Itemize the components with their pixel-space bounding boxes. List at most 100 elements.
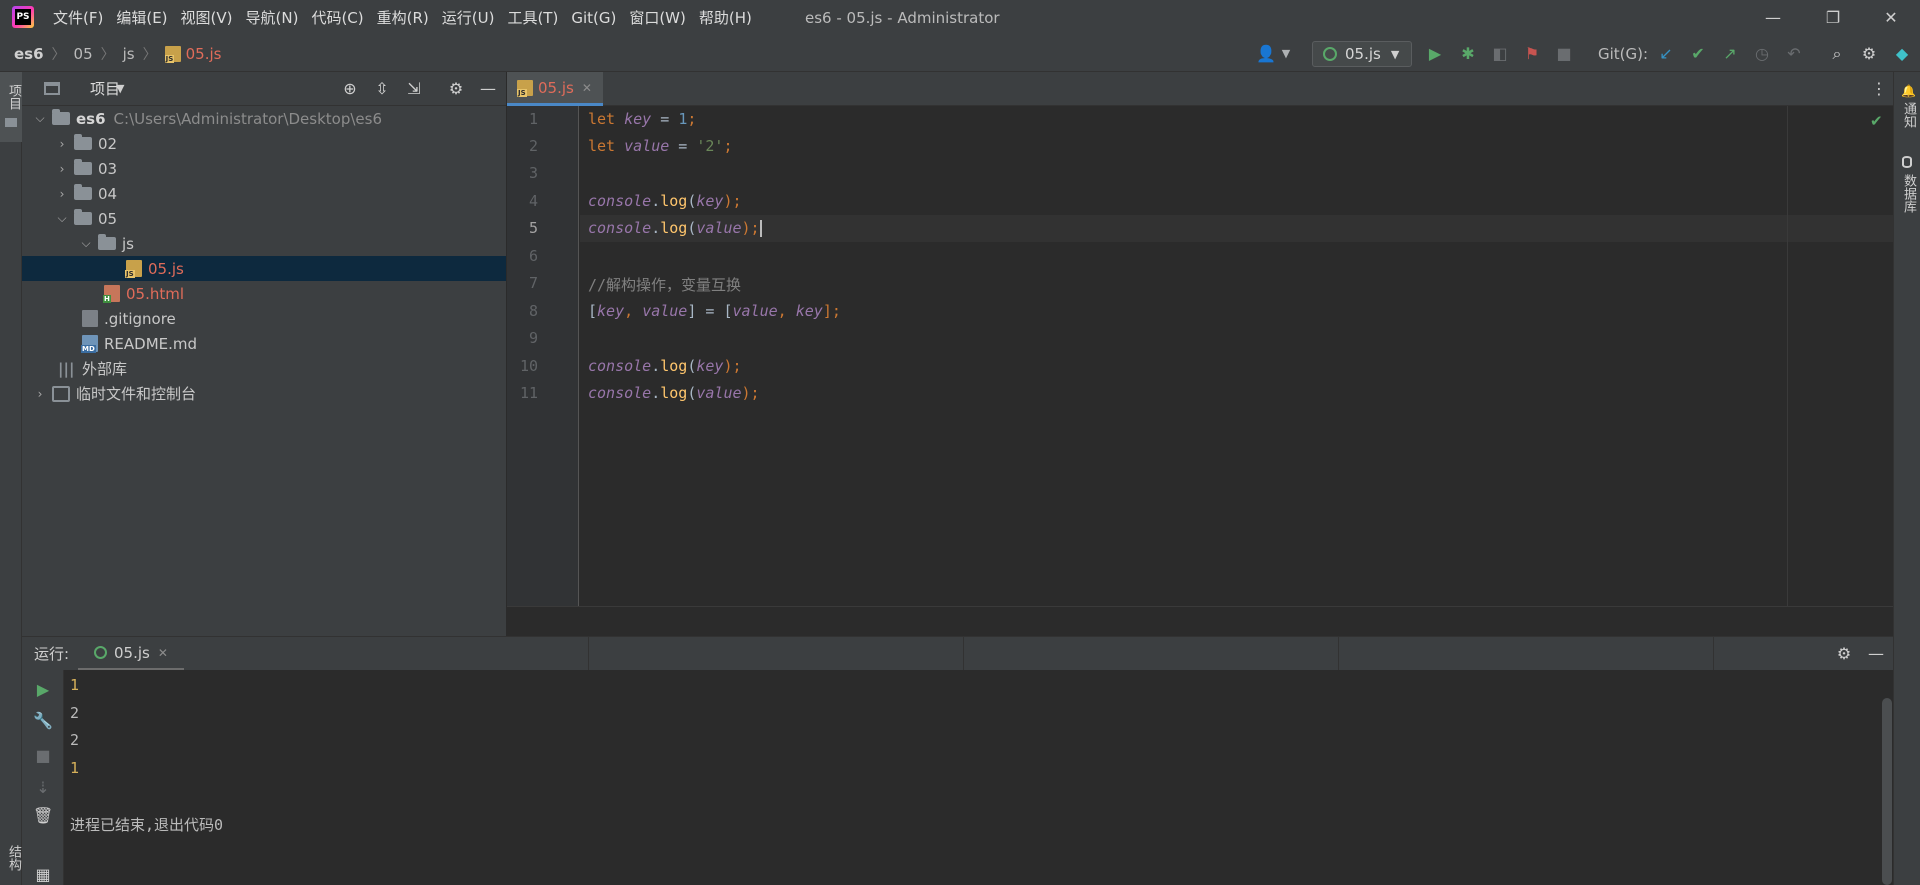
project-panel-header: 项目 ▼ ⊕ ⇳ ⇲ ⚙ — bbox=[22, 72, 506, 106]
options-gear-icon[interactable]: ⚙ bbox=[446, 79, 466, 99]
chevron-down-icon[interactable]: ⌵ bbox=[54, 211, 70, 226]
locate-file-icon[interactable]: ⊕ bbox=[340, 79, 360, 99]
chevron-right-icon[interactable]: › bbox=[32, 387, 48, 401]
text-cursor bbox=[759, 220, 762, 237]
stop-icon[interactable]: ■ bbox=[33, 746, 53, 766]
tree-node-05[interactable]: ⌵ 05 bbox=[22, 206, 506, 231]
line-number: 4 bbox=[528, 192, 538, 210]
breadcrumb-es6[interactable]: es6 bbox=[14, 45, 44, 63]
chevron-down-icon[interactable]: ⌵ bbox=[78, 236, 94, 251]
rollback-icon[interactable]: ↶ bbox=[1784, 44, 1804, 64]
console-line: 2 bbox=[70, 731, 80, 749]
current-line-highlight bbox=[580, 215, 1893, 242]
git-push-icon[interactable]: ↗ bbox=[1720, 44, 1740, 64]
process-exit-message: 进程已结束,退出代码0 bbox=[70, 816, 224, 834]
menu-view[interactable]: 视图(V) bbox=[176, 0, 238, 36]
menu-code[interactable]: 代码(C) bbox=[306, 0, 368, 36]
menu-navigate[interactable]: 导航(N) bbox=[241, 0, 304, 36]
menu-edit[interactable]: 编辑(E) bbox=[111, 0, 172, 36]
minimize-button[interactable]: — bbox=[1750, 0, 1796, 36]
divider bbox=[588, 636, 589, 670]
menu-file[interactable]: 文件(F) bbox=[48, 0, 108, 36]
menu-help[interactable]: 帮助(H) bbox=[694, 0, 757, 36]
hide-panel-icon[interactable]: — bbox=[478, 79, 498, 99]
profile-icon[interactable]: ⚑ bbox=[1522, 44, 1542, 64]
chevron-right-icon[interactable]: › bbox=[54, 162, 70, 176]
project-view-icon bbox=[44, 82, 60, 95]
close-tab-icon[interactable]: ✕ bbox=[582, 81, 592, 95]
coverage-icon[interactable]: ◧ bbox=[1490, 44, 1510, 64]
code-editor[interactable]: let key = 1; let value = '2'; console.lo… bbox=[580, 106, 1893, 606]
run-panel-header: 运行: 05.js ✕ ⚙ — bbox=[22, 636, 1893, 671]
console-scrollbar[interactable] bbox=[1882, 698, 1892, 885]
line-number: 5 bbox=[528, 219, 538, 237]
git-commit-icon[interactable]: ✔ bbox=[1688, 44, 1708, 64]
menu-run[interactable]: 运行(U) bbox=[437, 0, 500, 36]
chevron-right-icon[interactable]: › bbox=[54, 137, 70, 151]
divider bbox=[1338, 636, 1339, 670]
editor-tab-05js[interactable]: 05.js ✕ bbox=[507, 72, 603, 106]
menu-git[interactable]: Git(G) bbox=[566, 0, 621, 36]
title-bar: PS 文件(F) 编辑(E) 视图(V) 导航(N) 代码(C) 重构(R) 运… bbox=[0, 0, 1920, 36]
chevron-down-icon[interactable]: ▼ bbox=[116, 72, 124, 106]
tree-node-es6[interactable]: ⌵ es6 C:\Users\Administrator\Desktop\es6 bbox=[22, 106, 506, 131]
restore-button[interactable]: ❐ bbox=[1810, 0, 1856, 36]
user-icon[interactable]: 👤 bbox=[1256, 44, 1276, 64]
run-tab-05js[interactable]: 05.js ✕ bbox=[78, 637, 184, 671]
trash-icon[interactable]: 🗑 bbox=[33, 806, 53, 826]
menu-window[interactable]: 窗口(W) bbox=[624, 0, 691, 36]
run-icon[interactable]: ▶ bbox=[1425, 44, 1445, 64]
tree-node-02[interactable]: › 02 bbox=[22, 131, 506, 156]
tree-node-scratches[interactable]: › 临时文件和控制台 bbox=[22, 381, 506, 406]
breadcrumb-js[interactable]: js bbox=[123, 45, 135, 63]
tree-node-readme[interactable]: MD README.md bbox=[22, 331, 506, 356]
code-line-1: let key = 1; bbox=[588, 110, 697, 128]
right-tool-strip: 🔔 通知 数据库 bbox=[1893, 72, 1920, 885]
wrench-icon[interactable]: 🔧 bbox=[33, 711, 53, 731]
tree-node-04[interactable]: › 04 bbox=[22, 181, 506, 206]
layout-icon[interactable]: ▦ bbox=[33, 865, 53, 885]
rerun-icon[interactable]: ▶ bbox=[33, 680, 53, 700]
close-tab-icon[interactable]: ✕ bbox=[158, 646, 168, 660]
stop-icon[interactable]: ■ bbox=[1554, 44, 1574, 64]
chevron-down-icon[interactable]: ▼ bbox=[1276, 44, 1296, 64]
settings-icon[interactable]: ⚙ bbox=[1859, 44, 1879, 64]
run-console-output[interactable]: 1 2 2 1 进程已结束,退出代码0 bbox=[64, 670, 1893, 885]
menu-refactor[interactable]: 重构(R) bbox=[372, 0, 434, 36]
chevron-right-icon[interactable]: › bbox=[54, 187, 70, 201]
line-number: 2 bbox=[528, 137, 538, 155]
git-update-icon[interactable]: ↙ bbox=[1656, 44, 1676, 64]
search-icon[interactable]: ⌕ bbox=[1827, 44, 1847, 64]
project-tool-tab[interactable]: 项目 bbox=[0, 72, 22, 142]
jetbrains-toolbox-icon[interactable]: ◆ bbox=[1892, 44, 1912, 64]
scroll-to-end-icon[interactable]: ⇣ bbox=[33, 778, 53, 798]
chevron-down-icon[interactable]: ⌵ bbox=[32, 111, 48, 126]
close-window-button[interactable]: ✕ bbox=[1868, 0, 1914, 36]
breadcrumb-05js[interactable]: 05.js bbox=[186, 45, 222, 63]
tree-node-05js[interactable]: JS 05.js bbox=[22, 256, 506, 281]
menu-tools[interactable]: 工具(T) bbox=[502, 0, 563, 36]
settings-gear-icon[interactable]: ⚙ bbox=[1834, 644, 1854, 664]
expand-all-icon[interactable]: ⇳ bbox=[372, 79, 392, 99]
tree-node-external-libraries[interactable]: ||| 外部库 bbox=[22, 356, 506, 381]
gitignore-file-icon bbox=[82, 310, 98, 327]
notifications-tool-tab[interactable]: 通知 bbox=[1899, 102, 1918, 128]
more-options-icon[interactable]: ⋮ bbox=[1871, 72, 1887, 106]
line-number-gutter: 1 2 3 4 5 6 7 8 9 10 11 bbox=[507, 106, 579, 606]
folder-icon bbox=[74, 209, 92, 225]
tree-node-03[interactable]: › 03 bbox=[22, 156, 506, 181]
window-title: es6 - 05.js - Administrator bbox=[805, 9, 1000, 27]
tree-node-js[interactable]: ⌵ js bbox=[22, 231, 506, 256]
database-tool-tab[interactable]: 数据库 bbox=[1899, 174, 1918, 213]
tree-node-gitignore[interactable]: .gitignore bbox=[22, 306, 506, 331]
tree-node-05html[interactable]: H 05.html bbox=[22, 281, 506, 306]
run-configuration-select[interactable]: 05.js ▼ bbox=[1312, 41, 1412, 67]
code-line-7: //解构操作，变量互换 bbox=[588, 276, 742, 294]
structure-tool-tab[interactable]: 结构 bbox=[4, 845, 23, 871]
inspection-ok-check-icon[interactable]: ✔ bbox=[1870, 112, 1883, 130]
debug-icon[interactable]: ✱ bbox=[1458, 44, 1478, 64]
hide-panel-icon[interactable]: — bbox=[1866, 644, 1886, 664]
collapse-all-icon[interactable]: ⇲ bbox=[404, 79, 424, 99]
breadcrumb-05[interactable]: 05 bbox=[74, 45, 93, 63]
history-icon[interactable]: ◷ bbox=[1752, 44, 1772, 64]
